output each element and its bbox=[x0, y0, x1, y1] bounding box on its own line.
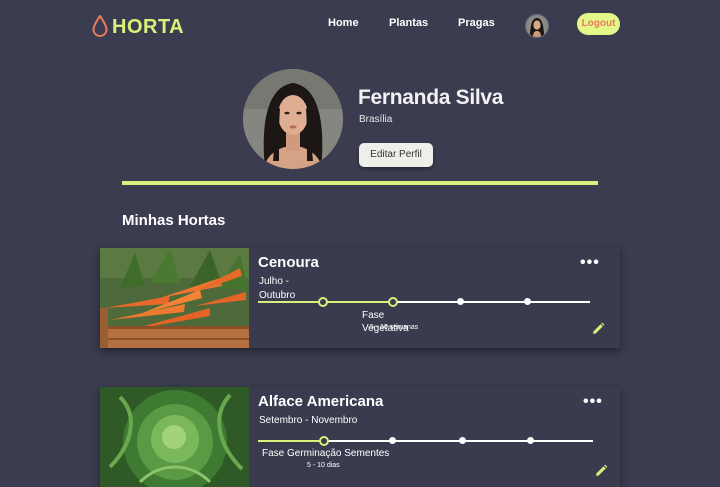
horta-period: Julho - Outubro bbox=[259, 276, 296, 301]
user-avatar[interactable] bbox=[525, 14, 549, 38]
horta-card-cenoura[interactable]: Cenoura Julho - Outubro ••• Fase Vegetat… bbox=[100, 248, 620, 348]
progress-step-1[interactable] bbox=[319, 436, 329, 446]
horta-name: Cenoura bbox=[258, 254, 319, 271]
drop-icon bbox=[92, 15, 108, 37]
nav-home[interactable]: Home bbox=[328, 17, 359, 29]
phase-duration: 5 - 10 semanas bbox=[370, 324, 419, 331]
nav-pragas[interactable]: Pragas bbox=[458, 17, 495, 29]
progress-step-2[interactable] bbox=[389, 437, 396, 444]
profile-photo bbox=[243, 69, 343, 169]
horta-card-alface[interactable]: Alface Americana Setembro - Novembro •••… bbox=[100, 387, 620, 487]
progress-step-4[interactable] bbox=[527, 437, 534, 444]
edit-profile-button[interactable]: Editar Perfil bbox=[359, 143, 433, 167]
progress-step-2[interactable] bbox=[388, 297, 398, 307]
carrot-image bbox=[100, 248, 249, 348]
phase-label: Fase Germinação Sementes bbox=[262, 448, 390, 459]
phase-label: Fase Vegetativa bbox=[362, 310, 409, 334]
progress-step-3[interactable] bbox=[459, 437, 466, 444]
progress-step-4[interactable] bbox=[524, 298, 531, 305]
pencil-icon[interactable] bbox=[591, 322, 605, 336]
horta-period: Setembro - Novembro bbox=[259, 415, 358, 426]
progress-step-3[interactable] bbox=[457, 298, 464, 305]
brand-logo[interactable]: HORTA bbox=[112, 16, 184, 39]
divider bbox=[122, 181, 598, 185]
section-title: Minhas Hortas bbox=[122, 212, 226, 229]
pencil-icon[interactable] bbox=[594, 464, 608, 478]
progress-fill bbox=[258, 440, 324, 442]
horta-name: Alface Americana bbox=[258, 393, 384, 410]
progress-step-1[interactable] bbox=[318, 297, 328, 307]
more-horizontal-icon[interactable]: ••• bbox=[580, 254, 600, 272]
logout-button[interactable]: Logout bbox=[577, 13, 620, 35]
profile-name: Fernanda Silva bbox=[358, 86, 504, 109]
phase-duration: 5 - 10 dias bbox=[307, 462, 340, 469]
profile-city: Brasília bbox=[359, 114, 393, 125]
lettuce-image bbox=[100, 387, 249, 487]
nav-plantas[interactable]: Plantas bbox=[389, 17, 428, 29]
more-horizontal-icon[interactable]: ••• bbox=[583, 393, 603, 411]
